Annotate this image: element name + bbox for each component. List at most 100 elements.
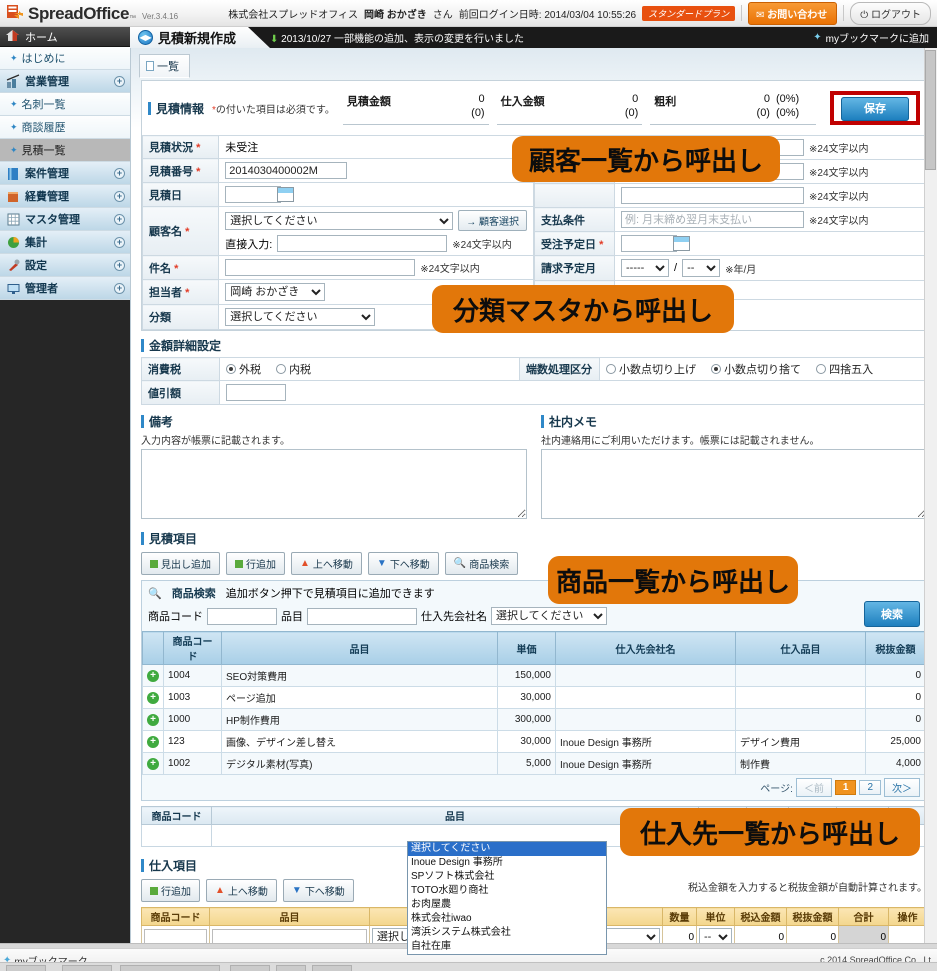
tax-option-external[interactable]: 外税 [226,361,261,377]
billing-year-select[interactable]: ----- [621,259,669,277]
add-icon[interactable]: + [147,691,159,704]
rounding-option-ceil[interactable]: 小数点切り上げ [606,361,696,377]
person-in-charge-select[interactable]: 岡崎 おかざき [225,283,326,301]
dropdown-option[interactable]: お肉屋農 [408,898,606,912]
category-select[interactable]: 選択してください [225,308,376,326]
expand-icon[interactable]: + [114,75,125,87]
memo-textarea[interactable] [541,449,927,519]
product-item-input[interactable] [307,607,417,625]
add-icon[interactable]: + [147,669,159,682]
taskbar-item[interactable] [276,965,306,971]
pager-next[interactable]: 次＞ [884,778,920,797]
move-up-button[interactable]: ▲ 上へ移動 [206,879,277,902]
cell-unit[interactable]: -- [696,925,735,943]
add-icon[interactable]: + [147,735,159,748]
add-icon[interactable]: + [147,713,159,726]
dropdown-option[interactable]: SPソフト株式会社 [408,870,606,884]
customer-select[interactable]: 選択してください [225,211,454,230]
sidebar-item-aggregation[interactable]: 集計 + [0,231,130,254]
taskbar-item[interactable] [6,965,46,971]
sidebar-item-settings[interactable]: 設定 + [0,254,130,277]
cell-qty[interactable]: 0 [662,925,697,943]
extra-field-2-input[interactable] [621,187,804,204]
add-row-button[interactable]: 行追加 [226,552,285,575]
sidebar-item-master-management[interactable]: マスタ管理 + [0,208,130,231]
add-row-cell[interactable]: + [142,752,164,775]
sidebar-item-sales-management[interactable]: 営業管理 + [0,70,130,93]
customer-direct-input[interactable] [277,235,448,252]
calendar-icon[interactable] [673,236,690,252]
expand-icon[interactable]: + [114,282,125,294]
purchase-item-input[interactable] [212,928,367,943]
dropdown-option[interactable]: Inoue Design 事務所 [408,856,606,870]
dropdown-option[interactable]: 株式会社iwao [408,912,606,926]
expand-icon[interactable]: + [114,236,125,248]
customer-select-button[interactable]: → 顧客選択 [458,210,527,231]
expand-icon[interactable]: + [114,213,125,225]
sidebar-item-administrator[interactable]: 管理者 + [0,277,130,300]
expand-icon[interactable]: + [114,190,125,202]
taskbar-item[interactable] [230,965,270,971]
cell-action[interactable] [888,925,927,943]
taskbar-item[interactable] [312,965,352,971]
rounding-option-floor[interactable]: 小数点切り捨て [711,361,801,377]
cell-code[interactable] [141,925,210,943]
dropdown-option[interactable]: 自社在庫 [408,940,606,954]
expand-icon[interactable]: + [114,167,125,179]
remarks-textarea[interactable] [141,449,527,519]
cell-code[interactable] [141,824,212,847]
dropdown-option[interactable]: 湾浜システム株式会社 [408,926,606,940]
purchase-code-input[interactable] [144,928,207,943]
sidebar-item-meishi-list[interactable]: ✦ 名刺一覧 [0,93,130,116]
pager-page-1[interactable]: 1 [834,780,857,795]
product-supplier-select[interactable]: 選択してください [491,607,607,625]
pager-page-2[interactable]: 2 [859,780,881,795]
order-date-input[interactable] [621,235,677,252]
subject-input[interactable] [225,259,416,276]
add-bookmark-button[interactable]: ✦ myブックマークに追加 [813,30,937,45]
tax-option-internal[interactable]: 内税 [276,361,311,377]
add-heading-button[interactable]: 見出し追加 [141,552,220,575]
add-row-cell[interactable]: + [142,686,164,709]
sidebar-item-project-management[interactable]: 案件管理 + [0,162,130,185]
product-code-input[interactable] [207,607,277,625]
purchase-unit-select[interactable]: -- [699,928,732,943]
taskbar-item[interactable] [120,965,220,971]
contact-button[interactable]: ✉ お問い合わせ [748,1,838,25]
sidebar-item-estimate-list[interactable]: ✦ 見積一覧 [0,139,130,162]
taskbar-item[interactable] [62,965,112,971]
page-scrollbar-thumb[interactable] [925,50,936,170]
search-button[interactable]: 検索 [864,601,920,627]
supplier-dropdown-list[interactable]: 選択してください Inoue Design 事務所 SPソフト株式会社 TOTO… [407,841,607,955]
cell-tax-incl[interactable]: 0 [734,925,787,943]
move-down-button[interactable]: ▼ 下へ移動 [282,879,354,902]
product-search-button[interactable]: 🔍 商品検索 [444,552,519,575]
move-up-button[interactable]: ▲ 上へ移動 [291,552,362,575]
page-tab[interactable]: ◀▶ 見積新規作成 [130,27,270,48]
estimate-number-input[interactable] [225,162,348,179]
sidebar-item-hajimeni[interactable]: ✦ はじめに [0,47,130,70]
add-row-cell[interactable]: + [142,730,164,753]
pager-prev[interactable]: ＜前 [795,778,832,797]
add-row-button[interactable]: 行追加 [141,879,200,902]
page-scrollbar[interactable] [924,48,937,943]
discount-input[interactable] [226,384,286,401]
cell-tax-excl[interactable]: 0 [786,925,839,943]
rounding-option-round[interactable]: 四捨五入 [816,361,873,377]
add-row-cell[interactable]: + [142,664,164,687]
dropdown-option[interactable]: 選択してください [408,842,606,856]
sidebar-item-home[interactable]: ホーム [0,27,130,47]
calendar-icon[interactable] [277,187,295,203]
move-down-button[interactable]: ▼ 下へ移動 [367,552,439,575]
sidebar-item-negotiation-history[interactable]: ✦ 商談履歴 [0,116,130,139]
expand-icon[interactable]: + [114,259,125,271]
payment-terms-input[interactable] [621,211,804,228]
add-row-cell[interactable]: + [142,708,164,731]
sidebar-item-expense-management[interactable]: 経費管理 + [0,185,130,208]
save-button[interactable]: 保存 [840,97,909,121]
estimate-date-input[interactable] [225,186,282,203]
billing-month-select[interactable]: -- [682,259,721,277]
cell-item[interactable] [209,925,370,943]
logout-button[interactable]: ⏻ ログアウト [850,1,931,25]
dropdown-option[interactable]: TOTO水廻り商社 [408,884,606,898]
